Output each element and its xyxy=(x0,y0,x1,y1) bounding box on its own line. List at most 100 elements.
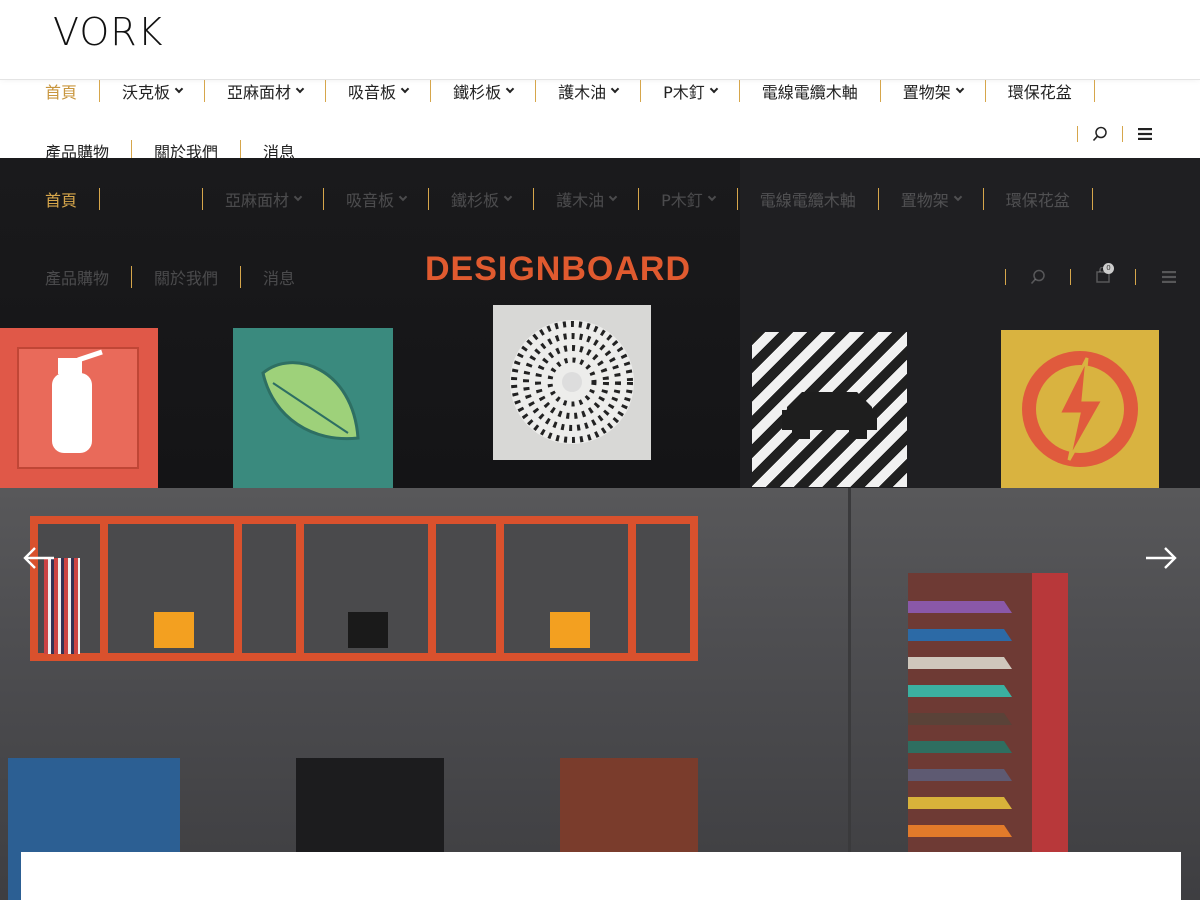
nav-item-shelf[interactable]: 置物架 xyxy=(881,80,986,102)
nav-item-planter[interactable]: 環保花盆 xyxy=(986,80,1095,102)
nav-item-label: 電線電纜木軸 xyxy=(759,191,856,210)
arrow-left-icon xyxy=(23,547,54,569)
nav-item-label: 消息 xyxy=(263,269,296,288)
nav-item-label: 首頁 xyxy=(45,83,78,102)
hamburger-menu-icon xyxy=(1138,128,1152,140)
hero-seam xyxy=(848,488,851,900)
hero-tile-leaf xyxy=(233,328,393,488)
fire-extinguisher-icon xyxy=(17,347,139,469)
nav-item-label: 環保花盆 xyxy=(1007,83,1072,102)
color-sample-rack xyxy=(900,573,1068,900)
overlay-nav-item-shop[interactable]: 產品購物 xyxy=(0,266,133,288)
overlay-nav-item-cable-reel[interactable]: 電線電纜木軸 xyxy=(738,188,879,210)
hero-orange-shelf xyxy=(30,516,698,661)
nav-item-label: 環保花盆 xyxy=(1005,191,1070,210)
overlay-menu-button[interactable] xyxy=(1136,266,1200,288)
chevron-down-icon xyxy=(400,84,410,94)
chevron-down-icon xyxy=(608,192,618,202)
site-header: VORK xyxy=(0,0,1200,80)
nav-item-label: 置物架 xyxy=(900,191,949,210)
overlay-nav-item-shelf[interactable]: 置物架 xyxy=(879,188,984,210)
hero-sample-stand xyxy=(900,573,1068,900)
nav-item-label: 鐵杉板 xyxy=(453,83,502,102)
overlay-cart-button[interactable]: 0 xyxy=(1071,263,1135,288)
nav-item-label: P木釘 xyxy=(661,191,703,210)
chevron-down-icon xyxy=(505,84,515,94)
nav-item-wood-oil[interactable]: 護木油 xyxy=(536,80,642,102)
content-card xyxy=(21,852,1181,900)
hero-tile-car xyxy=(752,332,907,487)
nav-item-acoustic-panel[interactable]: 吸音板 xyxy=(326,80,432,102)
nav-item-label: 置物架 xyxy=(902,83,951,102)
site-logo[interactable]: VORK xyxy=(53,12,164,52)
overlay-nav-item-news[interactable]: 消息 xyxy=(241,266,317,288)
nav-item-hemlock-board[interactable]: 鐵杉板 xyxy=(431,80,537,102)
overlay-nav-item-about[interactable]: 關於我們 xyxy=(132,266,242,288)
chevron-down-icon xyxy=(709,84,718,94)
overlay-search-button[interactable] xyxy=(1006,266,1070,288)
nav-item-label: 產品購物 xyxy=(45,269,110,288)
nav-item-label: 首頁 xyxy=(45,191,78,210)
nav-item-label: 關於我們 xyxy=(154,269,219,288)
hero-tile-speaker xyxy=(493,305,651,460)
slider-next-button[interactable] xyxy=(1144,545,1178,571)
main-nav-row-1: 首頁 沃克板 亞麻面材 吸音板 鐵杉板 護木油 P木釘 電線電纜木軸 置物架 環… xyxy=(0,80,1200,102)
nav-item-label: 吸音板 xyxy=(346,191,395,210)
shelf-divider xyxy=(428,524,436,653)
overlay-nav-row-1: 首頁 亞麻面材 吸音板 鐵杉板 護木油 P木釘 電線電纜木軸 置物架 環保花盆 xyxy=(0,188,1200,210)
speaker-grille-icon xyxy=(510,320,634,444)
shelf-divider xyxy=(628,524,636,653)
nav-item-linen-surface[interactable]: 亞麻面材 xyxy=(205,80,327,102)
nav-item-wood-peg[interactable]: P木釘 xyxy=(641,80,740,102)
nav-item-label: 吸音板 xyxy=(348,83,397,102)
search-icon xyxy=(1030,269,1045,285)
nav-item-cable-reel[interactable]: 電線電纜木軸 xyxy=(740,80,881,102)
shelf-box-yellow xyxy=(550,612,590,648)
slider-prev-button[interactable] xyxy=(22,545,56,571)
overlay-utilities: 0 xyxy=(1005,263,1200,288)
hamburger-menu-icon xyxy=(1162,271,1176,283)
leaf-icon xyxy=(261,361,360,441)
overlay-nav-item-acoustic-panel[interactable]: 吸音板 xyxy=(324,188,430,210)
nav-item-vork-board[interactable]: 沃克板 xyxy=(100,80,206,102)
chevron-down-icon xyxy=(174,84,184,94)
nav-item-home[interactable]: 首頁 xyxy=(0,80,101,102)
chevron-down-icon xyxy=(955,84,965,94)
shelf-divider xyxy=(234,524,242,653)
shelf-divider xyxy=(496,524,504,653)
lightning-icon xyxy=(1022,351,1138,467)
overlay-nav-item-vork-board[interactable] xyxy=(100,188,204,210)
nav-item-label: 護木油 xyxy=(556,191,605,210)
cart-icon-wrap: 0 xyxy=(1096,263,1114,287)
nav-item-label: 護木油 xyxy=(558,83,607,102)
nav-item-label: 亞麻面材 xyxy=(225,191,290,210)
hero-tile-power xyxy=(1001,330,1159,488)
chevron-down-icon xyxy=(953,192,963,202)
overlay-nav-item-hemlock-board[interactable]: 鐵杉板 xyxy=(429,188,535,210)
chevron-down-icon xyxy=(398,192,408,202)
chevron-down-icon xyxy=(503,192,513,202)
arrow-right-icon xyxy=(1146,547,1177,569)
shelf-box-yellow xyxy=(154,612,194,648)
overlay-nav-item-planter[interactable]: 環保花盆 xyxy=(984,188,1093,210)
chevron-down-icon xyxy=(610,84,620,94)
nav-item-label: 鐵杉板 xyxy=(451,191,500,210)
chevron-down-icon xyxy=(293,192,303,202)
shelf-divider xyxy=(296,524,304,653)
cart-count-badge: 0 xyxy=(1103,263,1114,274)
shelf-box-black xyxy=(348,612,388,648)
car-icon xyxy=(782,392,877,439)
chevron-down-icon xyxy=(707,192,716,202)
nav-item-label: 電線電纜木軸 xyxy=(761,83,858,102)
overlay-nav-item-home[interactable]: 首頁 xyxy=(0,188,101,210)
nav-item-label: 亞麻面材 xyxy=(227,83,292,102)
nav-item-label: 沃克板 xyxy=(122,83,171,102)
overlay-nav-item-wood-peg[interactable]: P木釘 xyxy=(639,188,738,210)
shelf-books xyxy=(44,558,80,654)
nav-item-label: P木釘 xyxy=(663,83,705,102)
overlay-nav-item-wood-oil[interactable]: 護木油 xyxy=(534,188,640,210)
hero-tile-fire-extinguisher xyxy=(0,328,158,488)
overlay-nav-item-linen-surface[interactable]: 亞麻面材 xyxy=(203,188,325,210)
chevron-down-icon xyxy=(295,84,305,94)
shelf-divider xyxy=(100,524,108,653)
